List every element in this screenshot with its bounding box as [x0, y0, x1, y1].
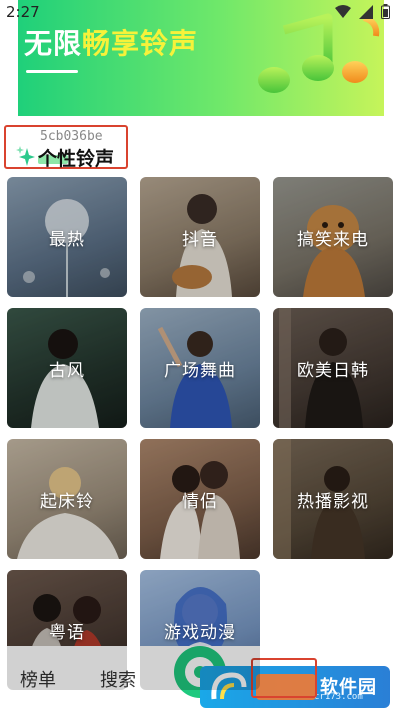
category-label: 游戏动漫 — [164, 622, 236, 643]
sparkle-icon — [16, 146, 35, 166]
category-label: 最热 — [49, 229, 85, 250]
category-label: 起床铃 — [40, 491, 94, 512]
category-label: 粤语 — [49, 622, 85, 643]
category-card-square-dance[interactable]: 广场舞曲 — [140, 308, 260, 428]
banner-underline — [26, 70, 78, 73]
battery-icon — [381, 4, 390, 19]
category-label: 热播影视 — [297, 491, 369, 512]
category-card-ancient[interactable]: 古风 — [7, 308, 127, 428]
banner-title: 无限畅享铃声 — [24, 22, 198, 62]
section-header: 5cb036be 个性铃声 — [4, 125, 128, 170]
category-label: 情侣 — [182, 491, 218, 512]
category-card-game-anime[interactable]: 游戏动漫 — [140, 570, 260, 690]
category-card-douyin[interactable]: 抖音 — [140, 177, 260, 297]
category-card-tv-drama[interactable]: 热播影视 — [273, 439, 393, 559]
watermark-url: cr173.com — [314, 692, 363, 702]
category-label: 古风 — [49, 360, 85, 381]
category-card-western-jk[interactable]: 欧美日韩 — [273, 308, 393, 428]
banner-title-white: 无限 — [24, 27, 83, 60]
signal-icon — [359, 4, 373, 19]
category-card-alarm[interactable]: 起床铃 — [7, 439, 127, 559]
status-time: 2:27 — [6, 3, 40, 21]
category-label: 广场舞曲 — [164, 360, 236, 381]
status-bar: 2:27 — [0, 0, 400, 24]
category-label: 抖音 — [182, 229, 218, 250]
category-card-couple[interactable]: 情侣 — [140, 439, 260, 559]
banner-title-yellow: 畅享铃声 — [82, 27, 199, 60]
category-label: 搞笑来电 — [297, 229, 369, 250]
category-card-hot[interactable]: 最热 — [7, 177, 127, 297]
section-hash: 5cb036be — [40, 129, 103, 144]
section-title: 个性铃声 — [38, 148, 115, 170]
category-card-funny[interactable]: 搞笑来电 — [273, 177, 393, 297]
status-icons — [335, 4, 390, 19]
category-card-cantonese[interactable]: 粤语 — [7, 570, 127, 690]
highlight-box — [251, 658, 317, 698]
category-label: 欧美日韩 — [297, 360, 369, 381]
wifi-icon — [335, 4, 351, 18]
